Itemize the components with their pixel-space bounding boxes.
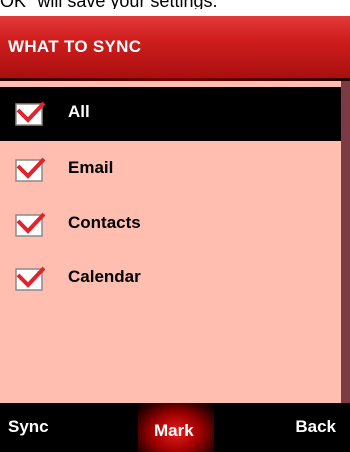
list-item-contacts[interactable]: Contacts xyxy=(0,198,341,252)
list-item-calendar[interactable]: Calendar xyxy=(0,252,341,306)
list-item-email[interactable]: Email xyxy=(0,143,341,197)
top-caption: OK" will save your settings. xyxy=(0,0,350,9)
back-softkey[interactable]: Back xyxy=(295,417,336,437)
page-title: WHAT TO SYNC xyxy=(8,37,142,56)
checkbox-checked-icon[interactable] xyxy=(15,266,45,292)
list-item-all[interactable]: All xyxy=(0,87,341,141)
list-item-label: Calendar xyxy=(68,267,141,286)
checkbox-checked-icon[interactable] xyxy=(15,157,45,183)
checkbox-checked-icon[interactable] xyxy=(15,101,45,127)
sync-softkey[interactable]: Sync xyxy=(8,417,49,437)
sync-options-list: All Email Contacts Calendar xyxy=(0,81,341,403)
list-item-label: Email xyxy=(68,158,114,177)
list-item-label: All xyxy=(68,102,90,121)
mark-softkey[interactable]: Mark xyxy=(154,421,194,441)
softkey-bar: Sync Mark Back xyxy=(0,403,350,452)
list-item-label: Contacts xyxy=(68,213,141,232)
scrollbar[interactable] xyxy=(341,81,350,403)
title-bar: WHAT TO SYNC xyxy=(0,16,350,78)
checkbox-checked-icon[interactable] xyxy=(15,212,45,238)
